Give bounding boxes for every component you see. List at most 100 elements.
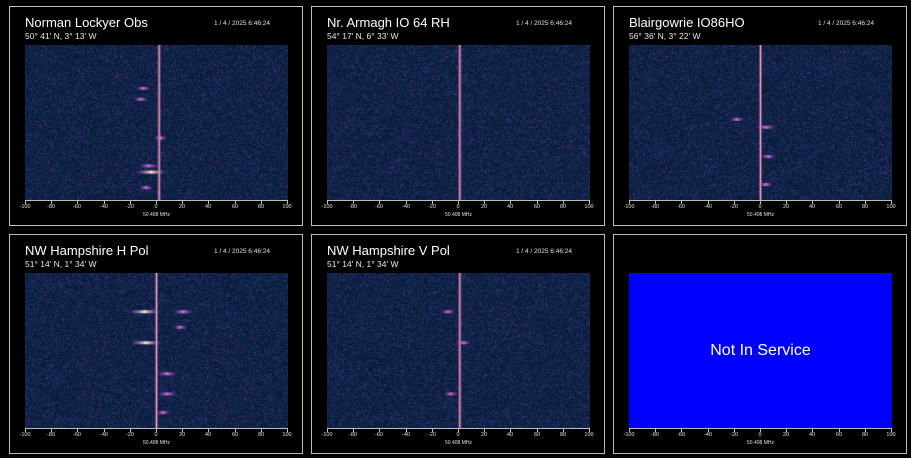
station-title: Nr. Armagh IO 64 RH (327, 15, 450, 30)
frequency-axis: -100 -80 -60 -40 -20 0 20 40 60 80 100 50.408 MHz (623, 200, 896, 225)
axis-title: 50.408 MHz (747, 212, 774, 218)
tick-label: -20 (730, 432, 738, 438)
tick-label: 20 (480, 432, 488, 438)
tick-label: 0 (456, 432, 460, 438)
station-coords: 56° 36' N, 3° 22' W (629, 31, 701, 41)
axis-title: 50.408 MHz (143, 212, 170, 218)
axis-title: 50.408 MHz (445, 440, 472, 446)
tick-label: 100 (282, 204, 292, 210)
tick-label: -100 (19, 204, 31, 210)
station-coords: 51° 14' N, 1° 34' W (327, 259, 399, 269)
tick-label: -60 (677, 432, 685, 438)
tick-label: -20 (730, 204, 738, 210)
tick-label: 40 (808, 204, 816, 210)
station-title: NW Hampshire V Pol (327, 243, 450, 258)
tick-label: 0 (154, 432, 158, 438)
tick-label: 40 (808, 432, 816, 438)
axis-title: 50.408 MHz (445, 212, 472, 218)
tick-label: 100 (282, 432, 292, 438)
frequency-axis: -100 -80 -60 -40 -20 0 20 40 60 80 100 50.408 MHz (19, 428, 292, 453)
tick-label: -80 (47, 204, 55, 210)
tick-label: 40 (506, 204, 514, 210)
tick-label: -20 (428, 204, 436, 210)
tick-label: 100 (886, 204, 896, 210)
tick-label: 40 (506, 432, 514, 438)
station-title: Blairgowrie IO86HO (629, 15, 745, 30)
frequency-axis: -100 -80 -60 -40 -20 0 20 40 60 80 100 50.408 MHz (19, 200, 292, 225)
waterfall-plot (25, 45, 288, 200)
tick-label: 80 (257, 432, 265, 438)
timestamp: 1 / 4 / 2025 6:46:24 (515, 248, 572, 255)
panel-not-in-service: Not In Service -100 -80 -60 -40 -20 0 20 40 60 80… (613, 234, 907, 454)
panel-nw-hampshire-h: NW Hampshire H Pol 1 / 4 / 2025 6:46:24 … (9, 234, 303, 454)
tick-label: -40 (402, 204, 410, 210)
station-coords: 51° 14' N, 1° 34' W (25, 259, 97, 269)
tick-label: -40 (100, 432, 108, 438)
tick-label: -60 (375, 204, 383, 210)
tick-label: -80 (349, 204, 357, 210)
tick-label: 80 (559, 204, 567, 210)
tick-label: -60 (73, 432, 81, 438)
tick-label: -100 (623, 204, 635, 210)
tick-label: -40 (704, 432, 712, 438)
tick-label: -40 (704, 204, 712, 210)
tick-label: -20 (126, 204, 134, 210)
frequency-axis: -100 -80 -60 -40 -20 0 20 40 60 80 100 50.408 MHz (623, 428, 896, 453)
tick-label: -100 (321, 432, 333, 438)
timestamp: 1 / 4 / 2025 6:46:24 (515, 20, 572, 27)
panel-nr-armagh: Nr. Armagh IO 64 RH 1 / 4 / 2025 6:46:24… (311, 6, 605, 226)
tick-label: 20 (782, 432, 790, 438)
panel-blairgowrie: Blairgowrie IO86HO 1 / 4 / 2025 6:46:24 … (613, 6, 907, 226)
frequency-axis: -100 -80 -60 -40 -20 0 20 40 60 80 100 50.408 MHz (321, 200, 594, 225)
tick-label: -20 (126, 432, 134, 438)
station-title: NW Hampshire H Pol (25, 243, 149, 258)
tick-label: -80 (47, 432, 55, 438)
tick-label: -80 (349, 432, 357, 438)
tick-label: -60 (73, 204, 81, 210)
waterfall-plot (327, 273, 590, 428)
tick-label: 60 (231, 204, 239, 210)
tick-label: 0 (154, 204, 158, 210)
station-coords: 54° 17' N, 6° 33' W (327, 31, 399, 41)
station-title: Norman Lockyer Obs (25, 15, 148, 30)
axis-title: 50.408 MHz (143, 440, 170, 446)
tick-label: 40 (204, 204, 212, 210)
tick-label: 20 (480, 204, 488, 210)
tick-label: 0 (758, 432, 762, 438)
tick-label: 100 (584, 432, 594, 438)
waterfall-plot (327, 45, 590, 200)
tick-label: -100 (19, 432, 31, 438)
tick-label: -80 (651, 432, 659, 438)
tick-label: 80 (861, 204, 869, 210)
waterfall-plot (629, 45, 892, 200)
station-coords: 50° 41' N, 3° 13' W (25, 31, 97, 41)
tick-label: 80 (257, 204, 265, 210)
tick-label: 100 (886, 432, 896, 438)
status-message: Not In Service (710, 341, 811, 359)
waterfall-plot (25, 273, 288, 428)
tick-label: 0 (456, 204, 460, 210)
tick-label: -80 (651, 204, 659, 210)
tick-label: 60 (533, 432, 541, 438)
tick-label: 20 (178, 204, 186, 210)
tick-label: -40 (402, 432, 410, 438)
tick-label: -60 (375, 432, 383, 438)
tick-label: 80 (861, 432, 869, 438)
tick-label: -100 (321, 204, 333, 210)
tick-label: -60 (677, 204, 685, 210)
tick-label: -20 (428, 432, 436, 438)
tick-label: 20 (178, 432, 186, 438)
waterfall-grid: { "x_ticks": ["-100", "-80", "-60", "-40… (0, 0, 911, 458)
tick-label: 80 (559, 432, 567, 438)
tick-label: 40 (204, 432, 212, 438)
tick-label: 60 (231, 432, 239, 438)
tick-label: 60 (533, 204, 541, 210)
tick-label: -100 (623, 432, 635, 438)
panel-nw-hampshire-v: NW Hampshire V Pol 1 / 4 / 2025 6:46:24 … (311, 234, 605, 454)
tick-label: -40 (100, 204, 108, 210)
tick-label: 100 (584, 204, 594, 210)
panel-norman-lockyer: Norman Lockyer Obs 1 / 4 / 2025 6:46:24 … (9, 6, 303, 226)
tick-label: 60 (835, 432, 843, 438)
tick-label: 60 (835, 204, 843, 210)
timestamp: 1 / 4 / 2025 6:46:24 (213, 248, 270, 255)
